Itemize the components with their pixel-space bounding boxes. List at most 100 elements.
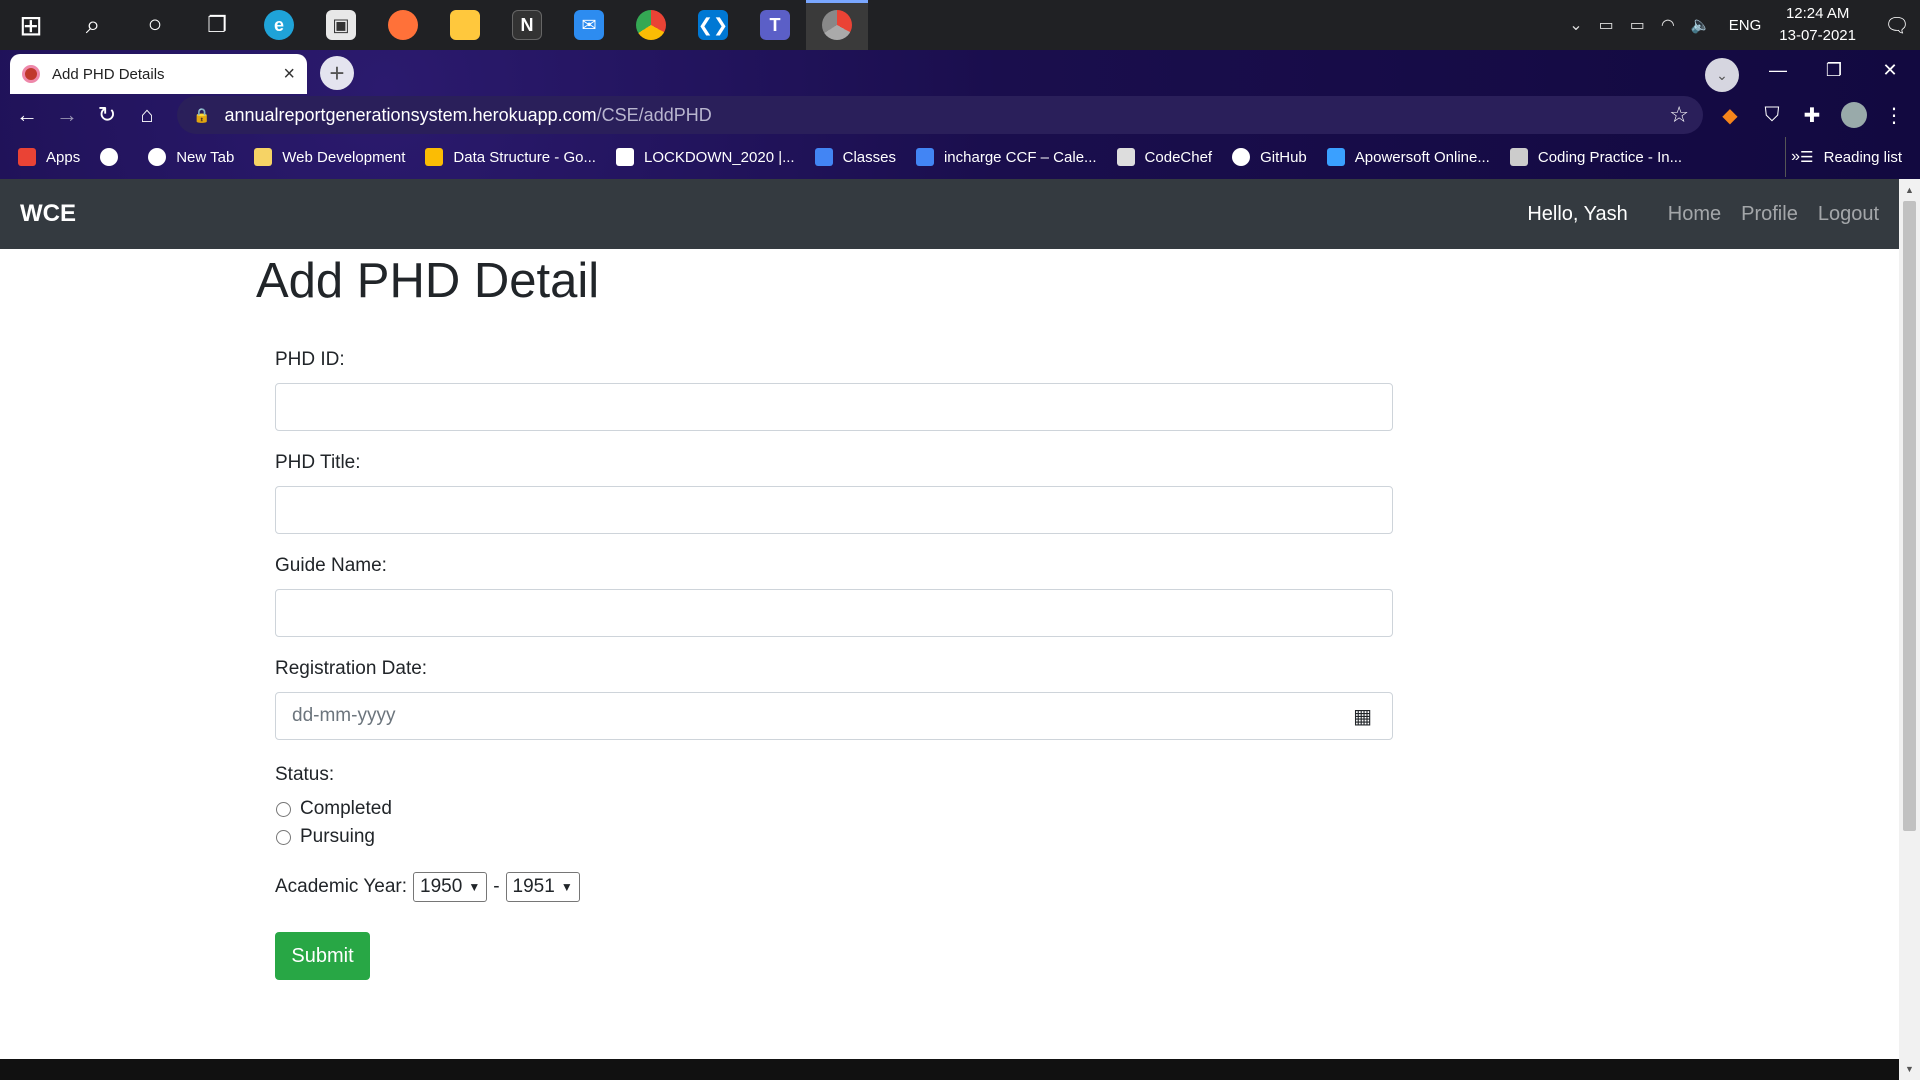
tab-search-icon[interactable]: ⌄ xyxy=(1705,58,1739,92)
bookmark-label: New Tab xyxy=(176,148,235,166)
bookmark-label: GitHub xyxy=(1260,148,1307,166)
chevron-down-icon: ▼ xyxy=(468,880,481,894)
restore-icon[interactable]: ❐ xyxy=(1806,50,1862,90)
status-option-pursuing[interactable]: Pursuing xyxy=(275,826,1393,848)
notification-icon[interactable]: 🗨 xyxy=(1874,0,1920,50)
bookmark-item[interactable]: incharge CCF – Cale... xyxy=(915,148,1097,166)
bookmark-item[interactable]: LOCKDOWN_2020 |... xyxy=(615,148,795,166)
year-from-value: 1950 xyxy=(420,876,463,897)
bookmark-label: Apps xyxy=(46,148,81,166)
home-icon[interactable]: ⌂ xyxy=(127,95,167,135)
bookmark-item[interactable]: GitHub xyxy=(1232,148,1307,166)
bookmark-item[interactable]: Coding Practice - In... xyxy=(1509,148,1682,166)
file-explorer-icon[interactable] xyxy=(434,0,496,50)
chevron-up-icon[interactable]: ⌄ xyxy=(1569,15,1582,35)
bookmark-item[interactable]: Apps xyxy=(18,148,80,166)
close-tab-icon[interactable]: × xyxy=(283,63,295,86)
chrome-icon[interactable] xyxy=(620,0,682,50)
language-indicator[interactable]: ENG xyxy=(1729,17,1762,34)
phd-id-input[interactable] xyxy=(275,383,1393,431)
bookmark-label: Web Development xyxy=(282,148,406,166)
bookmark-item[interactable]: Classes xyxy=(814,148,896,166)
edge-icon[interactable]: e xyxy=(248,0,310,50)
bookmark-star-icon[interactable]: ☆ xyxy=(1669,102,1689,128)
site-favicon-icon xyxy=(22,65,40,83)
brand-logo[interactable]: WCE xyxy=(20,200,76,228)
nav-logout[interactable]: Logout xyxy=(1818,203,1879,226)
mail-icon[interactable]: ✉ xyxy=(558,0,620,50)
menu-icon[interactable]: ⋮ xyxy=(1874,93,1914,137)
battery-icon[interactable]: ▭ xyxy=(1630,15,1645,35)
scroll-down-icon[interactable]: ▼ xyxy=(1899,1060,1920,1078)
bookmark-item[interactable]: Data Structure - Go... xyxy=(425,148,596,166)
bookmark-item[interactable]: Apowersoft Online... xyxy=(1326,148,1490,166)
windows-taskbar: ⊞ ⌕ ○ ❐ e ▣ N ✉ ❮❯ T ⌄ ▭ ▭ ◠ 🔈 ENG 12:24… xyxy=(0,0,1920,50)
lock-icon[interactable]: 🔒 xyxy=(193,107,210,124)
page-title: Add PHD Detail xyxy=(256,254,600,308)
scroll-up-icon[interactable]: ▲ xyxy=(1899,181,1920,199)
registration-date-label: Registration Date: xyxy=(275,658,428,679)
task-view-icon[interactable]: ❐ xyxy=(186,0,248,50)
pursuing-radio[interactable] xyxy=(276,829,291,845)
academic-year-row: Academic Year: 1950 ▼ - 1951 ▼ xyxy=(275,872,1393,902)
vscode-icon[interactable]: ❮❯ xyxy=(682,0,744,50)
academic-year-label: Academic Year: xyxy=(275,876,408,897)
volume-icon[interactable]: 🔈 xyxy=(1691,15,1711,35)
bookmarks-bar: Apps New Tab Web Development Data Structure… xyxy=(0,137,1920,177)
guide-name-input[interactable] xyxy=(275,589,1393,637)
bookmark-label: LOCKDOWN_2020 |... xyxy=(643,148,795,166)
phd-form: PHD ID: PHD Title: Guide Name: Registrat… xyxy=(256,349,1393,980)
page-scrollbar[interactable]: ▲ ▼ xyxy=(1899,179,1920,1080)
scroll-thumb[interactable] xyxy=(1903,201,1916,831)
address-bar[interactable]: 🔒 annualreportgenerationsystem.herokuapp… xyxy=(177,96,1703,134)
metamask-icon[interactable]: ◆ xyxy=(1710,93,1750,137)
nav-profile[interactable]: Profile xyxy=(1741,203,1798,226)
calendar-icon[interactable]: ▦ xyxy=(1353,704,1372,729)
chrome-profile-icon[interactable] xyxy=(806,0,868,50)
close-window-icon[interactable]: ✕ xyxy=(1862,50,1918,90)
search-icon[interactable]: ⌕ xyxy=(62,0,124,50)
bookmark-item[interactable]: Web Development xyxy=(254,148,405,166)
minimize-icon[interactable]: — xyxy=(1750,50,1806,90)
phd-title-input[interactable] xyxy=(275,486,1393,534)
guide-name-label: Guide Name: xyxy=(275,555,387,576)
store-icon[interactable]: ▣ xyxy=(310,0,372,50)
completed-radio[interactable] xyxy=(276,801,291,817)
start-icon[interactable]: ⊞ xyxy=(0,0,62,50)
clock-date: 13-07-2021 xyxy=(1779,27,1856,44)
bookmark-item[interactable]: CodeChef xyxy=(1116,148,1212,166)
submit-button[interactable]: Submit xyxy=(275,932,370,980)
status-option-completed[interactable]: Completed xyxy=(275,798,1393,820)
chevron-down-icon: ▼ xyxy=(560,880,573,894)
meet-now-icon[interactable]: ▭ xyxy=(1599,15,1614,35)
firefox-icon[interactable] xyxy=(372,0,434,50)
main-content: Add PHD Detail PHD ID: PHD Title: Guide … xyxy=(256,249,1396,980)
bookmark-label: Data Structure - Go... xyxy=(453,148,596,166)
bookmark-label: Classes xyxy=(842,148,896,166)
user-greeting[interactable]: Hello, Yash xyxy=(1527,203,1627,226)
reading-list-button[interactable]: ☰ Reading list xyxy=(1785,137,1902,177)
date-placeholder: dd-mm-yyyy xyxy=(292,705,396,726)
new-tab-button[interactable]: + xyxy=(320,56,354,90)
back-icon[interactable]: ← xyxy=(7,95,47,135)
bookmark-item[interactable]: New Tab xyxy=(148,148,234,166)
tab-add-phd-details[interactable]: Add PHD Details × xyxy=(10,54,307,94)
forward-icon[interactable]: → xyxy=(47,95,87,135)
shield-icon[interactable]: ⛉ xyxy=(1752,93,1792,137)
drive-icon xyxy=(425,148,444,166)
reload-icon[interactable]: ↻ xyxy=(87,95,127,135)
year-from-select[interactable]: 1950 ▼ xyxy=(413,872,488,902)
teams-icon[interactable]: T xyxy=(744,0,806,50)
clock-time: 12:24 AM xyxy=(1785,5,1850,22)
avatar[interactable] xyxy=(1834,93,1874,137)
year-to-select[interactable]: 1951 ▼ xyxy=(505,872,580,902)
registration-date-input[interactable]: dd-mm-yyyy ▦ xyxy=(275,692,1393,740)
clock[interactable]: 12:24 AM 13-07-2021 xyxy=(1779,3,1856,47)
wifi-icon[interactable]: ◠ xyxy=(1661,15,1675,35)
cortana-icon[interactable]: ○ xyxy=(124,0,186,50)
extensions-icon[interactable]: ✚ xyxy=(1792,93,1832,137)
nav-home[interactable]: Home xyxy=(1668,203,1721,226)
page-bottom-strip xyxy=(0,1059,1899,1080)
bookmark-item[interactable] xyxy=(100,148,128,166)
notion-icon[interactable]: N xyxy=(496,0,558,50)
